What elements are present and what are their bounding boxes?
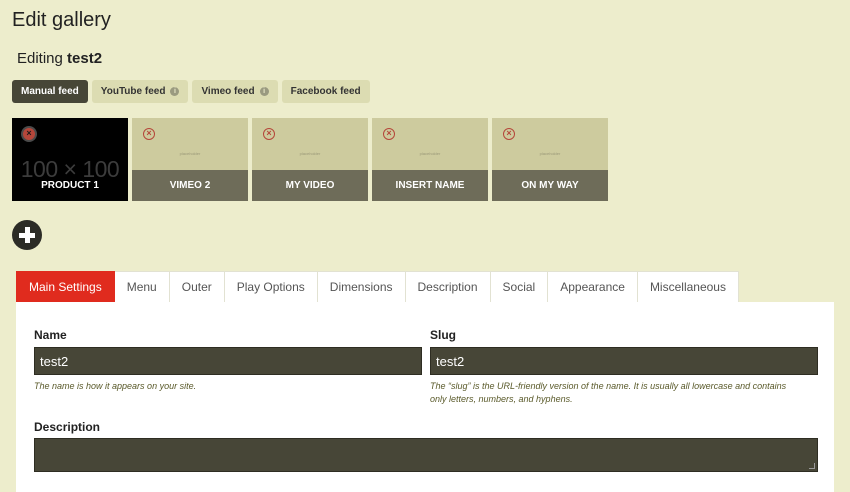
delete-icon[interactable]: × [143, 128, 155, 140]
gallery-item[interactable]: 100 × 100 PRODUCT 1 × [12, 118, 128, 201]
thumbnail-image-text: placeholder [299, 151, 321, 156]
editing-prefix: Editing [17, 50, 63, 67]
gallery-item-label: MY VIDEO [252, 170, 368, 201]
description-field[interactable] [34, 438, 818, 472]
delete-icon[interactable]: × [383, 128, 395, 140]
slug-help: The “slug” is the URL-friendly version o… [430, 380, 786, 406]
gallery-item-label: ON MY WAY [492, 170, 608, 201]
tab-manual-feed[interactable]: Manual feed [12, 80, 88, 103]
name-label: Name [34, 328, 67, 342]
tab-facebook-feed-label: Facebook feed [290, 86, 361, 97]
tab-manual-feed-label: Manual feed [21, 86, 79, 97]
delete-icon[interactable]: × [263, 128, 275, 140]
gallery-items: 100 × 100 PRODUCT 1 × placeholder VIMEO … [12, 118, 608, 201]
tab-dimensions[interactable]: Dimensions [317, 271, 406, 303]
gallery-item-label: INSERT NAME [372, 170, 488, 201]
gallery-item[interactable]: placeholder INSERT NAME × [372, 118, 488, 201]
tab-social[interactable]: Social [490, 271, 549, 303]
slug-label: Slug [430, 328, 456, 342]
slug-field[interactable]: test2 [430, 347, 818, 375]
slug-help-line-2: only letters, numbers, and hyphens. [430, 394, 573, 404]
gallery-item[interactable]: placeholder VIMEO 2 × [132, 118, 248, 201]
tab-vimeo-feed[interactable]: Vimeo feed i [192, 80, 278, 103]
resize-handle[interactable] [809, 463, 815, 469]
tab-menu[interactable]: Menu [114, 271, 170, 303]
gallery-item[interactable]: placeholder ON MY WAY × [492, 118, 608, 201]
tab-youtube-feed-label: YouTube feed [100, 86, 166, 97]
plus-icon-vertical [24, 227, 30, 243]
thumbnail-image-text: placeholder [539, 151, 561, 156]
tab-description[interactable]: Description [405, 271, 491, 303]
add-item-button[interactable] [12, 220, 42, 250]
thumbnail-image-text: placeholder [179, 151, 201, 156]
name-help: The name is how it appears on your site. [34, 381, 197, 391]
thumbnail-image-text: placeholder [419, 151, 441, 156]
settings-panel: Name test2 The name is how it appears on… [16, 302, 834, 492]
description-label: Description [34, 420, 101, 434]
tab-appearance[interactable]: Appearance [548, 271, 638, 303]
page-title: Edit gallery [12, 9, 111, 31]
name-field[interactable]: test2 [34, 347, 422, 375]
delete-icon[interactable]: × [23, 128, 35, 140]
gallery-item-label: VIMEO 2 [132, 170, 248, 201]
gallery-item[interactable]: placeholder MY VIDEO × [252, 118, 368, 201]
delete-icon[interactable]: × [503, 128, 515, 140]
settings-tabs: Main Settings Menu Outer Play Options Di… [16, 271, 739, 303]
info-icon[interactable]: i [170, 87, 180, 96]
tab-youtube-feed[interactable]: YouTube feed i [91, 80, 189, 103]
gallery-name: test2 [67, 50, 103, 67]
tab-miscellaneous[interactable]: Miscellaneous [637, 271, 739, 303]
tab-outer[interactable]: Outer [169, 271, 225, 303]
feed-tabs: Manual feed YouTube feed i Vimeo feed i … [12, 80, 370, 103]
tab-play-options[interactable]: Play Options [224, 271, 318, 303]
tab-facebook-feed[interactable]: Facebook feed [281, 80, 370, 103]
tab-vimeo-feed-label: Vimeo feed [201, 86, 255, 97]
gallery-item-label: PRODUCT 1 [41, 180, 99, 191]
info-icon[interactable]: i [259, 87, 269, 96]
tab-main-settings[interactable]: Main Settings [16, 271, 115, 303]
slug-help-line-1: The “slug” is the URL-friendly version o… [430, 381, 787, 391]
editing-heading: Editing test2 [17, 50, 102, 67]
